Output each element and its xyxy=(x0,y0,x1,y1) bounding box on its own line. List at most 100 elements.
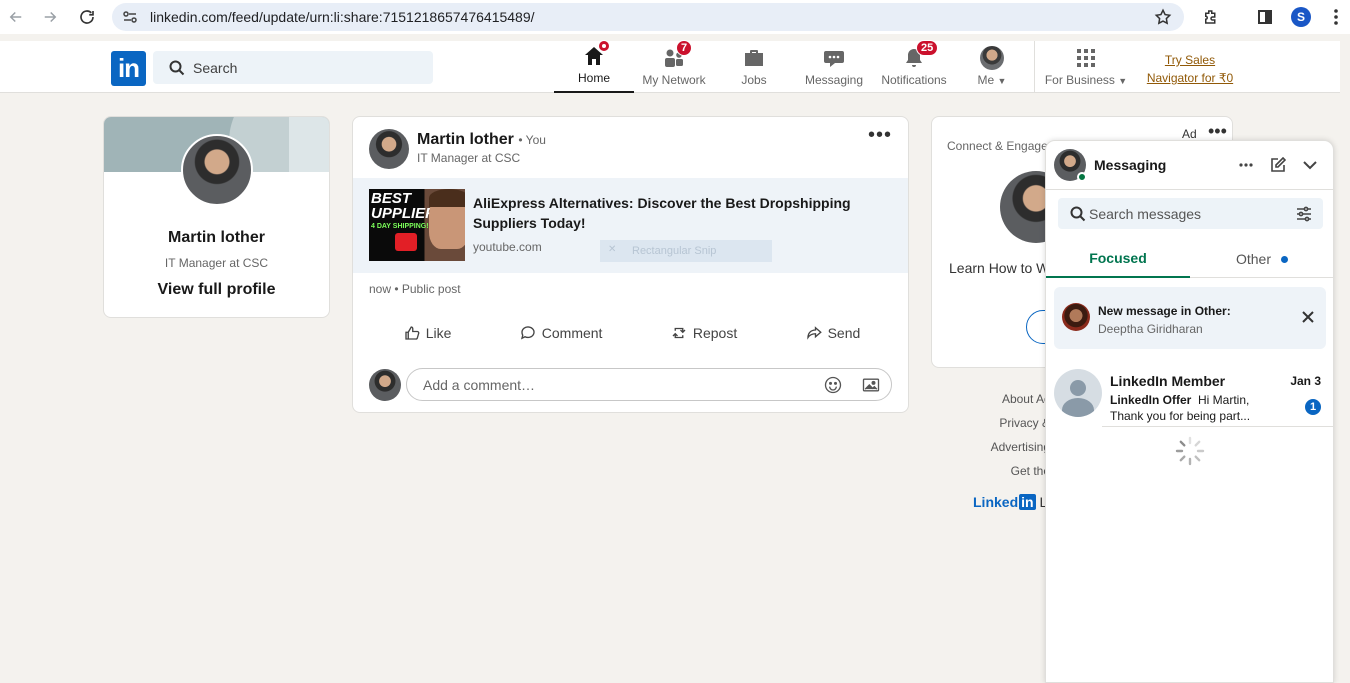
linkedin-logo[interactable]: in xyxy=(111,51,146,86)
tab-other[interactable]: Other xyxy=(1190,240,1333,278)
search-icon xyxy=(1070,206,1086,222)
extensions-icon[interactable] xyxy=(1200,3,1222,31)
comment-placeholder: Add a comment… xyxy=(423,376,536,393)
like-button[interactable]: Like xyxy=(403,317,452,349)
view-full-profile-link[interactable]: View full profile xyxy=(104,281,329,299)
footer-link[interactable]: About Ac xyxy=(960,387,1050,411)
compose-icon[interactable] xyxy=(1268,155,1288,175)
post-more-icon[interactable]: ••• xyxy=(868,125,892,145)
post-you-tag: • You xyxy=(518,133,546,147)
repost-icon xyxy=(672,327,686,339)
footer-link[interactable]: Get the xyxy=(960,459,1050,483)
nav-jobs-label: Jobs xyxy=(741,73,767,87)
notice-sender: Deeptha Giridharan xyxy=(1098,322,1203,336)
close-icon[interactable] xyxy=(1300,309,1316,325)
try-sales-navigator-link[interactable]: Try Sales Navigator for ₹0 xyxy=(1140,51,1240,87)
browser-menu-icon[interactable] xyxy=(1328,3,1344,31)
collapse-chevron-icon[interactable] xyxy=(1300,155,1320,175)
nav-my-network-label: My Network xyxy=(642,73,706,87)
footer-brand: Linkedin Li xyxy=(973,494,1050,510)
nav-for-business-label: For Business ▼ xyxy=(1044,73,1128,87)
send-icon xyxy=(806,326,822,340)
emoji-icon[interactable] xyxy=(823,375,843,395)
forward-icon[interactable] xyxy=(36,3,64,31)
nav-my-network[interactable]: 7 My Network xyxy=(634,40,714,93)
nav-messaging-label: Messaging xyxy=(804,73,864,87)
home-icon xyxy=(582,40,610,68)
footer-link[interactable]: Advertising xyxy=(960,435,1050,459)
ad-connect-text: Connect & Engage xyxy=(947,139,1048,153)
post-author-avatar[interactable] xyxy=(369,129,409,169)
linkedin-header: in Search Home 7 My Network Jobs Messagi… xyxy=(0,40,1340,93)
home-dot-badge xyxy=(598,40,610,52)
profile-photo[interactable] xyxy=(181,134,253,206)
more-options-icon[interactable] xyxy=(1236,155,1256,175)
nav-me[interactable]: Me ▼ xyxy=(954,41,1030,93)
send-label: Send xyxy=(827,325,861,341)
messaging-tabs: Focused Other xyxy=(1046,240,1333,278)
unread-count-badge: 1 xyxy=(1305,399,1321,415)
try-sales-line2: Navigator for ₹0 xyxy=(1146,71,1234,85)
online-status-dot xyxy=(1077,172,1087,182)
side-panel-icon[interactable] xyxy=(1254,3,1276,31)
thumbs-up-icon xyxy=(405,326,420,340)
nav-home[interactable]: Home xyxy=(554,40,634,93)
snip-label: Rectangular Snip xyxy=(632,245,717,257)
video-thumbnail: BEST UPPLIERS 4 DAY SHIPPING! xyxy=(369,189,465,261)
try-sales-line1: Try Sales xyxy=(1164,53,1216,67)
ad-more-icon[interactable]: ••• xyxy=(1208,121,1227,142)
ad-learn-text: Learn How to W xyxy=(949,260,1050,276)
nav-notifications[interactable]: 25 Notifications xyxy=(874,40,954,93)
snip-overlay: ✕ Rectangular Snip xyxy=(600,240,772,262)
loading-spinner-icon xyxy=(1175,436,1205,466)
me-avatar xyxy=(980,46,1004,70)
comment-input[interactable]: Add a comment… xyxy=(406,368,892,401)
search-messages-input[interactable]: Search messages xyxy=(1058,198,1323,229)
profile-card: Martin lother IT Manager at CSC View ful… xyxy=(103,116,330,318)
back-icon[interactable] xyxy=(2,3,30,31)
conversation-divider xyxy=(1102,426,1333,427)
send-button[interactable]: Send xyxy=(805,317,861,349)
profile-avatar[interactable]: S xyxy=(1290,3,1312,31)
tab-focused-label: Focused xyxy=(1089,250,1147,266)
footer-link[interactable]: Privacy & xyxy=(960,411,1050,435)
repost-button[interactable]: Repost xyxy=(670,317,737,349)
like-label: Like xyxy=(425,325,452,341)
tab-other-label: Other xyxy=(1235,251,1271,267)
post-author[interactable]: Martin lother • You xyxy=(417,131,546,149)
nav-me-label: Me ▼ xyxy=(977,73,1007,87)
site-settings-icon[interactable] xyxy=(122,9,138,25)
logo-text: in xyxy=(117,53,140,83)
footer-brand-text: Linked xyxy=(973,494,1019,510)
nav-home-label: Home xyxy=(577,71,610,85)
ad-label: Ad xyxy=(1182,127,1197,141)
conversation-date: Jan 3 xyxy=(1290,374,1321,388)
tab-focused[interactable]: Focused xyxy=(1046,240,1190,278)
profile-name[interactable]: Martin lother xyxy=(104,229,329,247)
messaging-header[interactable]: Messaging xyxy=(1046,141,1333,190)
url-text: linkedin.com/feed/update/urn:li:share:71… xyxy=(150,9,535,25)
new-message-notice[interactable]: New message in Other: Deeptha Giridharan xyxy=(1054,287,1326,349)
link-preview[interactable]: BEST UPPLIERS 4 DAY SHIPPING! AliExpress … xyxy=(353,178,908,273)
comment-button[interactable]: Comment xyxy=(519,317,602,349)
close-icon: ✕ xyxy=(608,244,617,255)
nav-jobs[interactable]: Jobs xyxy=(714,41,794,93)
notice-title: New message in Other: xyxy=(1098,304,1231,318)
image-icon[interactable] xyxy=(861,375,881,395)
nav-messaging[interactable]: Messaging xyxy=(794,41,874,93)
conversation-sender: LinkedIn Offer xyxy=(1110,393,1192,407)
post-author-title: IT Manager at CSC xyxy=(417,151,521,165)
link-preview-domain: youtube.com xyxy=(473,240,542,254)
address-bar[interactable]: linkedin.com/feed/update/urn:li:share:71… xyxy=(112,3,1184,31)
post-author-name: Martin lother xyxy=(417,131,514,148)
global-search-input[interactable]: Search xyxy=(153,51,433,84)
reload-icon[interactable] xyxy=(73,3,101,31)
commenter-avatar xyxy=(369,369,401,401)
filter-icon[interactable] xyxy=(1295,205,1313,223)
header-divider xyxy=(1034,41,1035,93)
nav-for-business[interactable]: For Business ▼ xyxy=(1040,41,1132,93)
bookmark-star-icon[interactable] xyxy=(1154,8,1172,26)
post-actions: Like Comment Repost Send xyxy=(369,317,894,349)
conversation-item[interactable]: LinkedIn Member Jan 3 LinkedIn Offer Hi … xyxy=(1046,363,1333,428)
page-scrollbar[interactable] xyxy=(1341,41,1350,683)
